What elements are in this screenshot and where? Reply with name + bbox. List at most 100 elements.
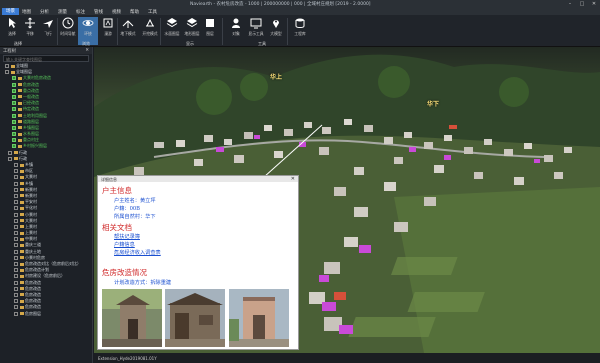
tree-checkbox[interactable] [14, 237, 18, 242]
project-db-tool[interactable]: 工程库 [290, 17, 310, 45]
underground-icon [122, 20, 134, 28]
tree-item-label: 大景村危房改造 [23, 75, 51, 81]
tree-checkbox[interactable] [14, 299, 18, 304]
project-tree-panel: 工程树 ✕ 输入关键字查找图层 全域图 全域图层 大景村危房改造 危房改造 重点改造 一般… [0, 47, 93, 363]
tree-item-label: 平化村 [25, 205, 37, 211]
separator [222, 18, 223, 45]
tree-checkbox[interactable] [14, 224, 18, 229]
tree-checkbox[interactable] [14, 193, 18, 198]
tree-checkbox[interactable] [14, 200, 18, 205]
tree-checkbox[interactable] [14, 255, 18, 260]
tree-checkbox[interactable] [14, 292, 18, 297]
maximize-button[interactable]: □ [576, 0, 588, 8]
layer-search-input[interactable]: 输入关键字查找图层 [3, 55, 89, 62]
popup-close-icon[interactable]: ✕ [291, 176, 295, 182]
tree-checkbox[interactable] [14, 268, 18, 273]
fly-tool[interactable]: 飞行 [38, 17, 58, 45]
tree-checkbox[interactable] [12, 119, 16, 124]
folder-icon [11, 64, 15, 68]
house-photo-2[interactable] [165, 289, 225, 347]
layer-tool[interactable]: 图层 [200, 17, 220, 45]
doc-link-household-info[interactable]: 户籍信息 [114, 241, 135, 248]
tree-checkbox[interactable] [14, 206, 18, 211]
tree-item-label: 危房改造 [25, 291, 41, 297]
tree-item-label: 大景村 [25, 174, 37, 180]
tree-checkbox[interactable] [12, 113, 16, 118]
tree-checkbox[interactable] [12, 88, 16, 93]
folder-icon [18, 126, 22, 130]
tree-checkbox[interactable] [14, 187, 18, 192]
tree-item-label: 水系图层 [23, 131, 39, 137]
house-photo-3[interactable] [229, 289, 289, 347]
object-tool[interactable]: 对象 [226, 17, 246, 45]
pan-tool[interactable]: 平移 [20, 17, 40, 45]
dig-icon [146, 18, 154, 27]
house-photo-1[interactable] [102, 289, 162, 347]
water-layer-tool[interactable]: 水面图层 [162, 17, 182, 45]
tree-checkbox[interactable] [12, 76, 16, 81]
tree-item-label: 待定改造 [23, 106, 39, 112]
minimize-button[interactable]: – [564, 0, 576, 8]
tree-checkbox[interactable] [14, 311, 18, 316]
tree-checkbox[interactable] [5, 64, 9, 68]
tree-item-label: 危房改造计划 [25, 267, 49, 273]
walk-tool[interactable]: 漫游 [98, 17, 118, 45]
doc-link-support-record[interactable]: 帮扶记录簿 [114, 233, 140, 240]
tree-checkbox[interactable] [14, 231, 18, 236]
tree-checkbox[interactable] [14, 243, 18, 248]
tree-checkbox[interactable] [12, 132, 16, 137]
household-id: 户籍：00B [114, 206, 140, 212]
time-nav-tool[interactable]: 时间导航 [58, 17, 78, 45]
tree-checkbox[interactable] [14, 280, 18, 285]
tree-item-label: 道路图层 [23, 118, 39, 124]
tree-checkbox[interactable] [8, 150, 12, 155]
tree-checkbox[interactable] [14, 249, 18, 254]
tree-checkbox[interactable] [12, 125, 16, 130]
tree-checkbox[interactable] [14, 286, 18, 291]
folder-icon [18, 132, 22, 136]
doc-link-income-survey[interactable]: 危房经济收入调查表 [114, 249, 161, 256]
folder-icon [20, 219, 24, 223]
tree-checkbox[interactable] [14, 181, 18, 186]
tree-item[interactable]: 危房图层 [2, 311, 92, 317]
tree-item-label: 新景村 [25, 192, 37, 198]
tree-checkbox[interactable] [14, 175, 18, 180]
tree-checkbox[interactable] [14, 274, 18, 279]
tree-item-label: 大景村 [25, 217, 37, 223]
close-button[interactable]: ✕ [588, 0, 600, 8]
house-info-popup: 详细信息 ✕ 户主信息 户主姓名：黄立坪 户籍：00B 所属自然村：华下 相关文… [97, 175, 299, 350]
walk-icon [103, 18, 113, 28]
tree-item-label: 危房改造 [23, 81, 39, 87]
folder-icon [20, 163, 24, 167]
section-docs: 相关文档 [102, 223, 132, 232]
folder-icon [18, 120, 22, 124]
tree-checkbox[interactable] [8, 156, 12, 161]
tree-checkbox[interactable] [14, 169, 18, 174]
big-model-tool[interactable]: 大模型 [266, 17, 286, 45]
folder-icon [20, 243, 24, 247]
layers-icon-2 [186, 18, 198, 28]
tree-item-label: 危房改造 [25, 285, 41, 291]
tree-item-label: 全域图层 [16, 69, 32, 75]
underground-tool[interactable]: 地下模式 [118, 17, 138, 45]
tree-checkbox[interactable] [12, 82, 16, 87]
tree-checkbox[interactable] [12, 94, 16, 99]
folder-icon [20, 188, 24, 192]
tree-checkbox[interactable] [14, 262, 18, 266]
tree-checkbox[interactable] [12, 101, 16, 106]
menu-scene[interactable]: 场景 [2, 8, 19, 15]
tree-checkbox[interactable] [5, 70, 9, 75]
tree-checkbox[interactable] [12, 107, 16, 112]
panel-close-icon[interactable]: ✕ [85, 48, 89, 53]
renovation-plan: 计划改造方式：拆除重建 [114, 280, 172, 286]
tree-item-label: 危房改造对比（危房前后对比） [25, 261, 81, 266]
tree-checkbox[interactable] [12, 144, 16, 149]
folder-icon [20, 274, 24, 278]
tree-checkbox[interactable] [14, 218, 18, 223]
tree-checkbox[interactable] [14, 163, 18, 167]
dig-tool[interactable]: 开挖模式 [140, 17, 160, 45]
tree-checkbox[interactable] [14, 212, 18, 217]
tree-checkbox[interactable] [14, 305, 18, 310]
tree-checkbox[interactable] [12, 138, 16, 143]
tree-item-label: 乡镇 [25, 162, 33, 167]
